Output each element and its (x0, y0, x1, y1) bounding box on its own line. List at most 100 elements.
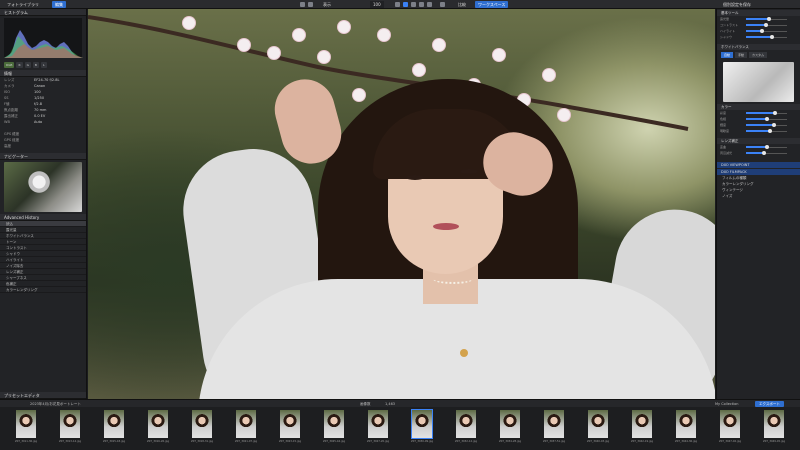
info-value: EF24-70 f/2.8L (34, 78, 60, 82)
blossom (338, 21, 350, 33)
thumbnail-image (500, 410, 520, 438)
image-canvas[interactable] (88, 9, 715, 399)
thumbnail-filename: Z07_3013-14.jpg (58, 440, 82, 443)
info-header[interactable]: 情報 (0, 70, 86, 77)
split-view-button[interactable]: ワークスペース (475, 1, 509, 8)
slider-knob[interactable] (762, 151, 767, 155)
history-item[interactable]: カラーレンダリング (0, 287, 86, 293)
slider-knob[interactable] (771, 123, 776, 127)
thumbnail-filename: Z07_3027-20.jpg (366, 440, 390, 443)
thumbnail-image (764, 410, 784, 438)
thumbnail-filename: Z07_3042-19.jpg (630, 440, 654, 443)
thumbnail-image (148, 410, 168, 438)
navigator-header[interactable]: ナビゲーター (0, 153, 86, 160)
filmstrip-thumbnail[interactable]: Z07_3047-02.jpg (712, 410, 748, 448)
navigator-thumbnail[interactable] (4, 162, 82, 212)
wb-mode-toggle: 自動 手動 カスタム (717, 50, 800, 60)
filmstrip-thumbnail[interactable]: Z07_3034-28.jpg (492, 410, 528, 448)
wb-mode-button[interactable]: 手動 (735, 52, 748, 58)
necklace (433, 274, 473, 284)
viewpoint-header[interactable]: DXO VIEWPOINT (717, 162, 800, 168)
wb-mode-button[interactable]: 自動 (721, 52, 734, 58)
history-list: 読込 露光量 ホワイトバランス トーン コントラスト シャドウ ハイライト ノイ… (0, 221, 86, 293)
blossom (558, 109, 570, 121)
slider[interactable]: 明瞭度 (720, 128, 797, 134)
thumbnail-filename: Z07_3011-36.jpg (14, 440, 38, 443)
blossom (353, 89, 365, 101)
thumbnail-image (280, 410, 300, 438)
channel-chip[interactable]: B (32, 62, 39, 68)
repair-icon[interactable] (427, 2, 432, 7)
preset-editor-header[interactable]: プリセットエディタ (0, 392, 86, 399)
filmstrip-thumbnail[interactable]: Z07_3021-07.jpg (228, 410, 264, 448)
mask-icon[interactable] (440, 2, 445, 7)
history-header[interactable]: Advanced History (0, 214, 86, 221)
compare-button[interactable]: 比較 (455, 1, 469, 8)
filmstrip-thumbnail[interactable]: Z07_3044-36.jpg (668, 410, 704, 448)
filmstrip-thumbnail[interactable]: Z07_3037-51.jpg (536, 410, 572, 448)
info-value: Auto (34, 120, 43, 124)
blossom (378, 29, 390, 41)
filmstrip-thumbnail[interactable]: Z07_3049-45.jpg (756, 410, 792, 448)
slider-knob[interactable] (759, 29, 764, 33)
slider-knob[interactable] (770, 35, 775, 39)
slider-knob[interactable] (765, 117, 769, 121)
blossom (433, 39, 445, 51)
basic-sliders: 露光量 コントラスト ハイライト シャドウ (717, 16, 800, 40)
view-button[interactable]: 表示 (320, 1, 334, 8)
filmstrip-thumbnail[interactable]: Z07_3011-36.jpg (8, 410, 44, 448)
filmstrip-thumbnail[interactable]: Z07_3032-12.jpg (448, 410, 484, 448)
histogram-header[interactable]: ヒストグラム (0, 9, 86, 16)
channel-chip[interactable]: RGB (4, 62, 15, 68)
filmstrip-thumbnail[interactable]: Z07_3027-20.jpg (360, 410, 396, 448)
filmstrip-thumbnail[interactable]: Z07_3023-15.jpg (272, 410, 308, 448)
histogram-channel-bar: RGB R G B L (0, 60, 86, 70)
rotate-icon[interactable] (403, 2, 408, 7)
channel-chip[interactable]: L (40, 62, 47, 68)
thumbnail-filename: Z07_3037-51.jpg (542, 440, 566, 443)
filmstrip-thumbnail[interactable]: Z07_3015-18.jpg (96, 410, 132, 448)
tab-photo-library[interactable]: フォトライブラリ (4, 1, 42, 8)
filmstrip-thumbnail[interactable]: Z07_3040-03.jpg (580, 410, 616, 448)
filmstrip-thumbnail[interactable]: Z07_3042-19.jpg (624, 410, 660, 448)
slider[interactable]: シャドウ (720, 34, 797, 40)
tab-edit[interactable]: 編集 (52, 1, 66, 8)
undo-icon[interactable] (300, 2, 305, 7)
thumbnail-image (192, 410, 212, 438)
blossom (318, 51, 330, 63)
filmstrip-thumbnail[interactable]: Z07_3025-44.jpg (316, 410, 352, 448)
wb-mode-button[interactable]: カスタム (749, 52, 768, 58)
thumbnail-filename: Z07_3047-02.jpg (718, 440, 742, 443)
filmstrip-thumbnail[interactable]: Z07_3016-26.jpg (140, 410, 176, 448)
info-value: 70 mm (34, 108, 47, 112)
thumbnail-filename: Z07_3016-26.jpg (146, 440, 170, 443)
horizon-icon[interactable] (411, 2, 416, 7)
right-panel: 基本ツール 露光量 コントラスト ハイライト シャドウ ホワイトバランス 自動 手動 … (716, 9, 800, 399)
slider-fill (746, 124, 774, 126)
slider-knob[interactable] (773, 111, 778, 115)
channel-chip[interactable]: R (16, 62, 23, 68)
channel-chip[interactable]: G (24, 62, 31, 68)
slider[interactable]: 周辺減光 (720, 150, 797, 156)
filmstrip-thumbnail[interactable]: Z07_3030-09.jpg (404, 409, 440, 448)
filmpack-row[interactable]: ノイズ (717, 193, 800, 199)
slider-fill (746, 118, 767, 120)
slider-knob[interactable] (764, 23, 769, 27)
slider-knob[interactable] (765, 145, 769, 149)
zoom-level[interactable]: 100 (370, 1, 384, 8)
crop-icon[interactable] (395, 2, 400, 7)
redo-icon[interactable] (308, 2, 313, 7)
thumbnail-image (411, 409, 433, 439)
histogram-graph (4, 30, 83, 58)
filmstrip-thumbnail[interactable]: Z07_3013-14.jpg (52, 410, 88, 448)
filmstrip-thumbnail[interactable]: Z07_3018-31.jpg (184, 410, 220, 448)
thumbnail-image (632, 410, 652, 438)
right-eye (460, 169, 478, 174)
preview-thumbnail (723, 62, 794, 102)
red-eye-icon[interactable] (419, 2, 424, 7)
slider-knob[interactable] (767, 17, 772, 21)
slider-fill (746, 130, 771, 132)
slider-knob[interactable] (768, 129, 773, 133)
save-settings-button[interactable]: 個別設定を保存 (720, 1, 754, 8)
filmstrip-toolbar: 2023年4月/お花見ポートレート 画像数 1,463 My Collectio… (0, 399, 800, 407)
